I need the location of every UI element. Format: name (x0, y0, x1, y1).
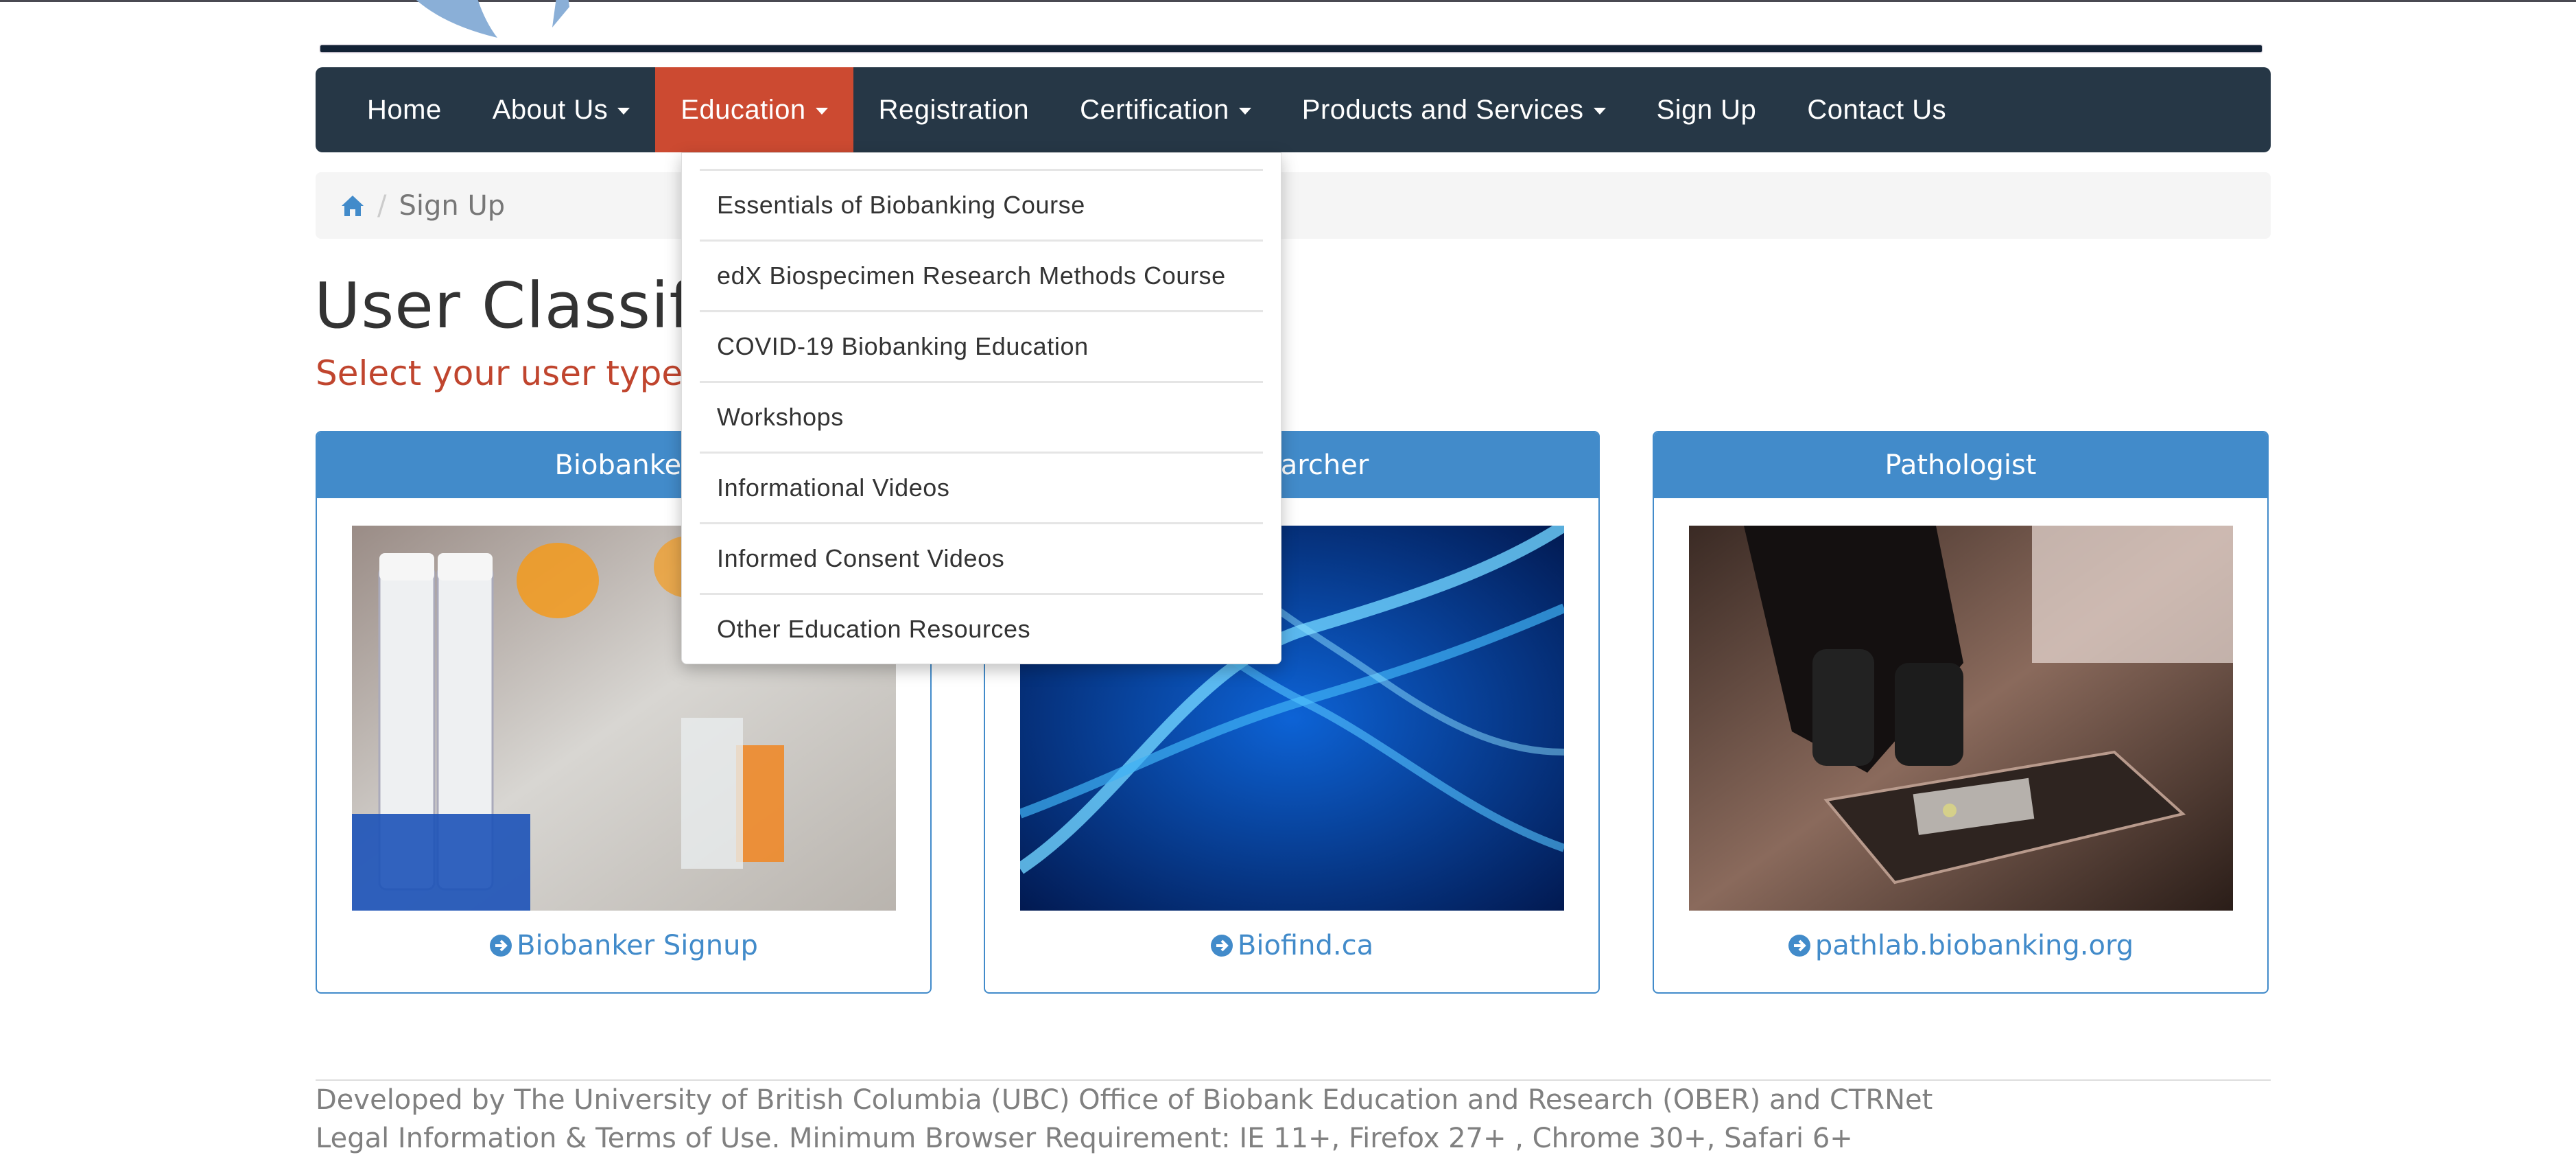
breadcrumb: / Sign Up (316, 172, 2271, 239)
caret-down-icon (1238, 108, 1251, 115)
site-logo[interactable] (357, 0, 576, 41)
nav-registration[interactable]: Registration (853, 67, 1054, 152)
biobanker-signup-link[interactable]: Biobanker Signup (317, 930, 930, 961)
link-label: Biobanker Signup (517, 930, 758, 961)
home-icon[interactable] (340, 194, 365, 218)
link-label: Biofind.ca (1237, 930, 1374, 961)
circle-arrow-right-icon (1210, 935, 1233, 957)
nav-label: Contact Us (1807, 94, 1947, 125)
nav-certification[interactable]: Certification (1054, 67, 1277, 152)
nav-label: Registration (878, 94, 1030, 125)
education-dropdown-menu: Essentials of Biobanking Course edX Bios… (681, 152, 1281, 664)
circle-arrow-right-icon (490, 935, 512, 957)
footer-developed-by: Developed by The University of British C… (316, 1084, 1933, 1116)
caret-down-icon (815, 108, 828, 115)
microscope-photo (1689, 526, 2233, 911)
nav-education[interactable]: Education (655, 67, 853, 152)
main-nav: Home About Us Education Registration Cer… (316, 67, 2271, 152)
dropdown-item-workshops[interactable]: Workshops (700, 381, 1263, 452)
nav-products-and-services[interactable]: Products and Services (1277, 67, 1631, 152)
nav-label: Education (681, 94, 806, 125)
footer-legal[interactable]: Legal Information & Terms of Use. Minimu… (316, 1123, 1853, 1154)
dropdown-item-covid-education[interactable]: COVID-19 Biobanking Education (700, 310, 1263, 381)
nav-about-us[interactable]: About Us (467, 67, 656, 152)
footer-divider (316, 1079, 2271, 1081)
caret-down-icon (1593, 108, 1606, 115)
card-header: Pathologist (1654, 432, 2267, 498)
dropdown-item-other-resources[interactable]: Other Education Resources (700, 593, 1263, 664)
dropdown-item-essentials-course[interactable]: Essentials of Biobanking Course (700, 169, 1263, 239)
nav-contact-us[interactable]: Contact Us (1782, 67, 1972, 152)
nav-label: Certification (1080, 94, 1229, 125)
dropdown-item-informational-videos[interactable]: Informational Videos (700, 452, 1263, 522)
nav-label: Products and Services (1301, 94, 1584, 125)
user-type-card-pathologist: Pathologist pathlab.biobanking.org (1653, 431, 2269, 994)
nav-label: Sign Up (1656, 94, 1757, 125)
biofind-link[interactable]: Biofind.ca (985, 930, 1598, 961)
breadcrumb-current: Sign Up (399, 189, 506, 222)
nav-home[interactable]: Home (342, 67, 467, 152)
nav-sign-up[interactable]: Sign Up (1631, 67, 1782, 152)
dropdown-item-informed-consent-videos[interactable]: Informed Consent Videos (700, 522, 1263, 593)
nav-label: Home (367, 94, 442, 125)
pathlab-link[interactable]: pathlab.biobanking.org (1654, 930, 2267, 961)
circle-arrow-right-icon (1788, 935, 1810, 957)
caret-down-icon (617, 108, 630, 115)
link-label: pathlab.biobanking.org (1815, 930, 2134, 961)
breadcrumb-separator: / (377, 189, 387, 222)
nav-label: About Us (492, 94, 608, 125)
dropdown-item-edx-course[interactable]: edX Biospecimen Research Methods Course (700, 239, 1263, 310)
header-divider (320, 45, 2262, 52)
